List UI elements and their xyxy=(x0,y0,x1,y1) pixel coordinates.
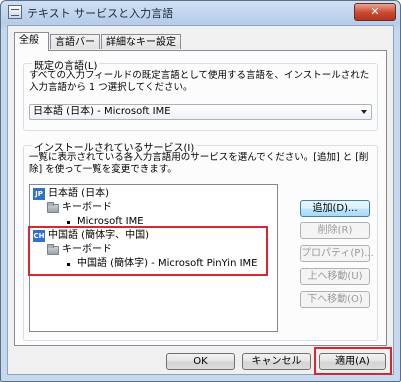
dialog-body: 全般 言語バー 詳細なキー設定 既定の言語(L) すべての入力フィールドの既定言… xyxy=(7,25,394,375)
tree-item-label: キーボード xyxy=(62,202,112,213)
close-button[interactable]: ✕ xyxy=(354,3,396,21)
cancel-button[interactable]: キャンセル xyxy=(242,353,311,370)
chevron-down-icon xyxy=(361,110,367,114)
remove-button[interactable]: 削除(R) xyxy=(300,222,370,239)
dialog-window: テキスト サービスと入力言語 ✕ 全般 言語バー 詳細なキー設定 既定の言語(L… xyxy=(0,0,401,382)
jp-language-icon: JP xyxy=(33,188,45,200)
bullet-icon xyxy=(67,221,70,224)
tree-item-label: 日本語 (日本) xyxy=(48,188,109,199)
title-bar[interactable]: テキスト サービスと入力言語 ✕ xyxy=(1,1,400,23)
installed-services-description: 一覧に表示されている各入力言語用のサービスを選んでください。[追加] と [削除… xyxy=(29,152,369,175)
keyboard-folder-icon xyxy=(47,202,59,213)
window-title: テキスト サービスと入力言語 xyxy=(27,7,174,20)
chinese-highlight-box xyxy=(28,226,268,276)
default-language-select[interactable]: 日本語 (日本) - Microsoft IME xyxy=(29,104,372,120)
keyboard-app-icon xyxy=(8,5,22,19)
ok-button[interactable]: OK xyxy=(166,353,235,370)
services-tree[interactable]: JP 日本語 (日本) キーボード Microsoft IME CH 中国語 (… xyxy=(28,184,278,332)
default-language-value: 日本語 (日本) - Microsoft IME xyxy=(33,106,171,117)
move-up-button[interactable]: 上へ移動(U) xyxy=(300,268,370,285)
apply-highlight-box xyxy=(314,347,392,375)
add-button[interactable]: 追加(D)... xyxy=(300,200,370,217)
default-language-group: 既定の言語(L) すべての入力フィールドの既定言語として使用する言語を、インスト… xyxy=(23,57,378,131)
tab-language-bar[interactable]: 言語バー xyxy=(50,34,100,49)
properties-button[interactable]: プロパティ(P)... xyxy=(300,245,374,262)
move-down-button[interactable]: 下へ移動(O) xyxy=(300,291,370,308)
close-icon: ✕ xyxy=(370,5,380,18)
general-tab-panel: 既定の言語(L) すべての入力フィールドの既定言語として使用する言語を、インスト… xyxy=(14,50,387,346)
tab-advanced-key-settings[interactable]: 詳細なキー設定 xyxy=(101,34,181,49)
default-language-description: すべての入力フィールドの既定言語として使用する言語を、インストールされた入力言語… xyxy=(29,70,370,93)
tab-general[interactable]: 全般 xyxy=(14,32,49,51)
installed-services-group: インストールされているサービス(I) 一覧に表示されている各入力言語用のサービス… xyxy=(23,139,378,341)
